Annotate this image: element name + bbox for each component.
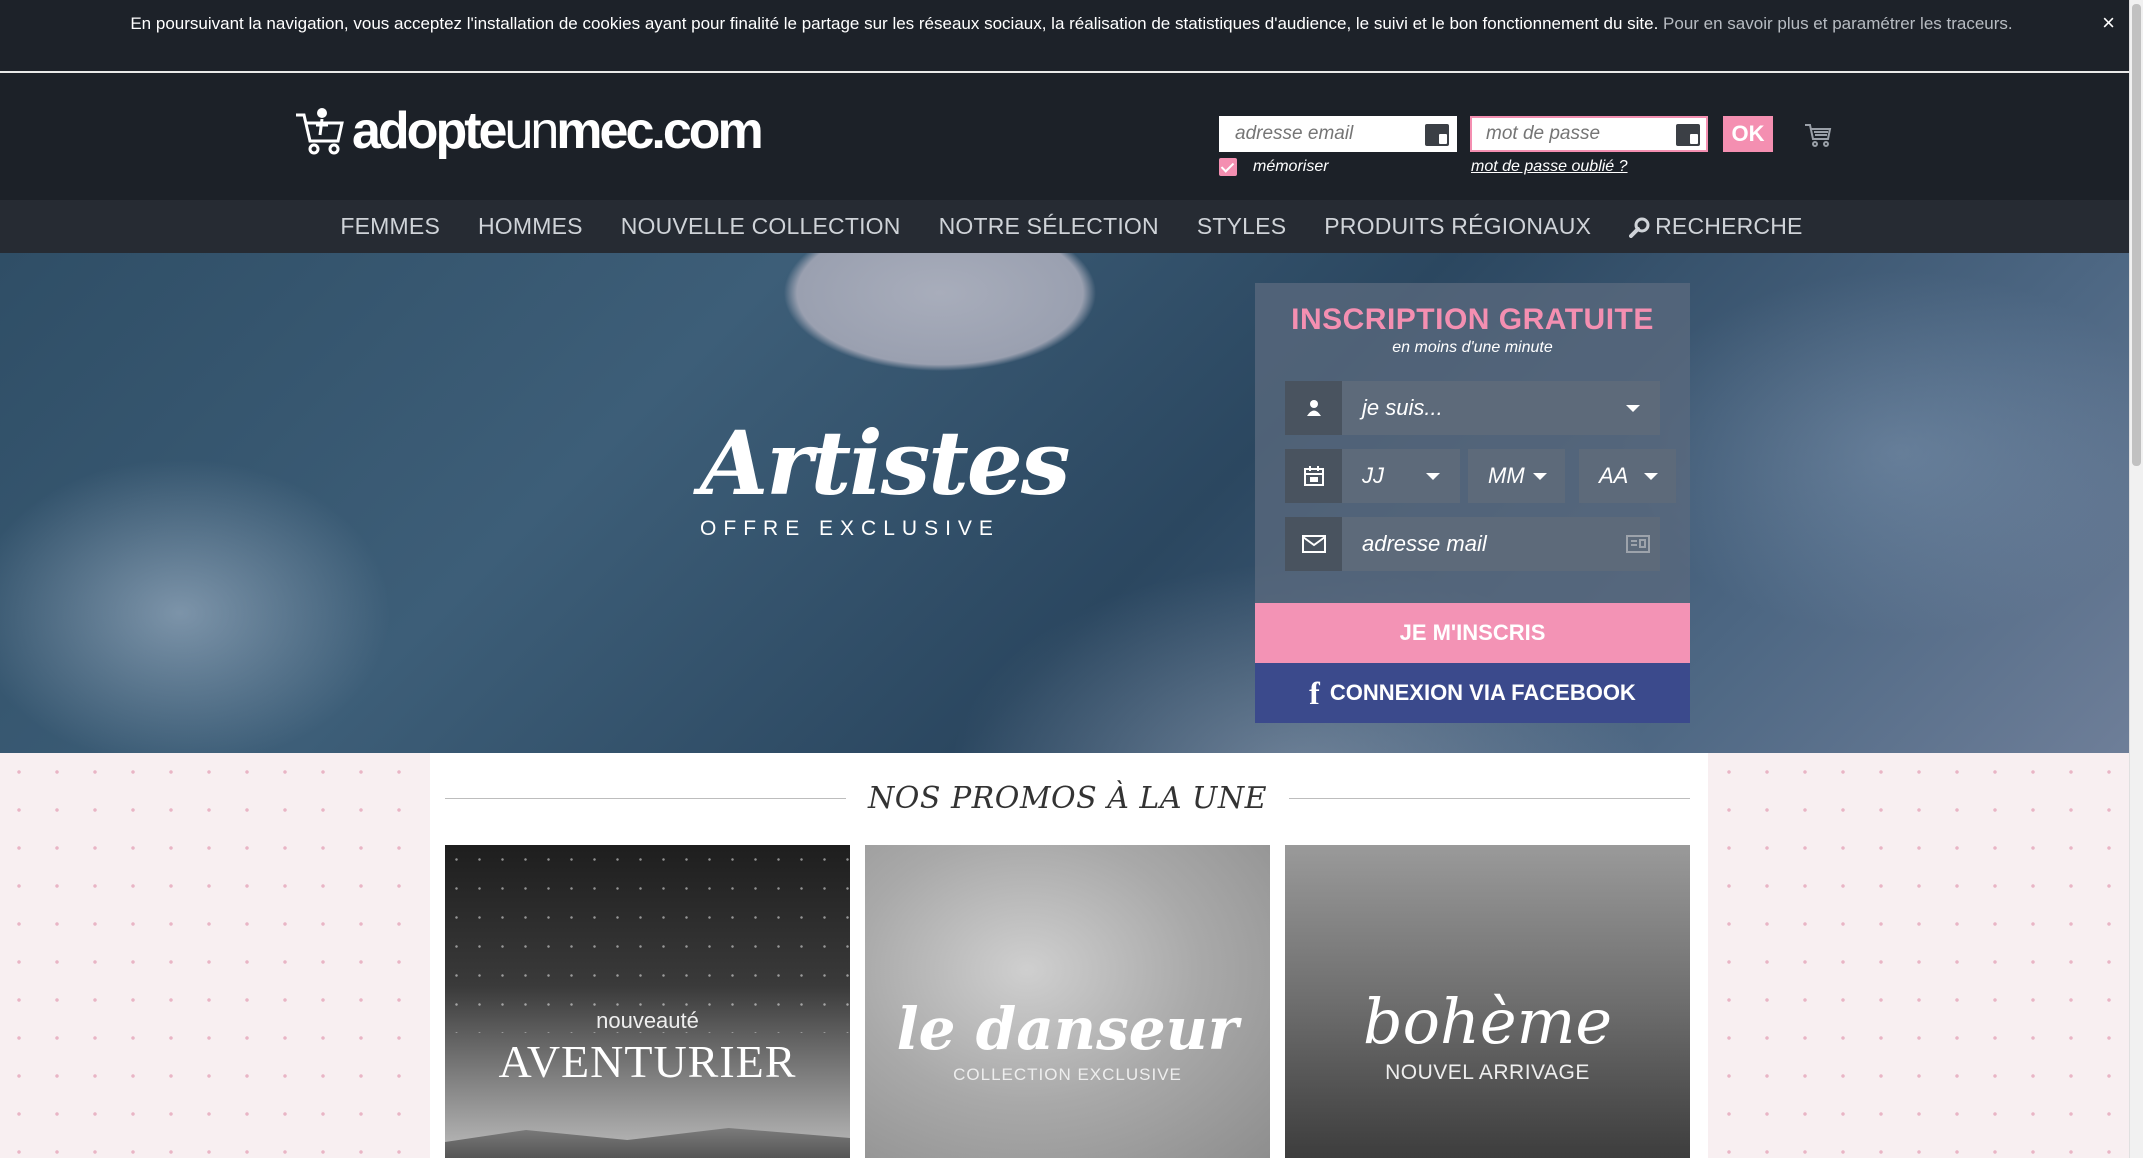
facebook-login-button[interactable]: f CONNEXION VIA FACEBOOK xyxy=(1255,663,1690,723)
promo-card-small-text: NOUVEL ARRIVAGE xyxy=(1385,1061,1590,1084)
login-email-input[interactable] xyxy=(1221,118,1455,150)
mountain-silhouette xyxy=(445,1128,850,1158)
cookie-text: En poursuivant la navigation, vous accep… xyxy=(130,14,1659,33)
promo-card-title: AVENTURIER xyxy=(498,1036,797,1087)
user-icon xyxy=(1285,381,1342,435)
cart-icon[interactable] xyxy=(1804,122,1832,153)
main-nav: FEMMES HOMMES NOUVELLE COLLECTION NOTRE … xyxy=(0,200,2143,253)
contact-card-icon xyxy=(1626,535,1650,553)
login-password-field[interactable] xyxy=(1470,116,1708,152)
hero-title-block: Artistes OFFRE EXCLUSIVE xyxy=(700,411,1070,541)
autofill-icon[interactable] xyxy=(1676,124,1700,146)
facebook-icon: f xyxy=(1309,674,1320,711)
remember-label: mémoriser xyxy=(1253,158,1329,175)
checkbox-checked-icon[interactable] xyxy=(1219,158,1237,176)
hero-subtitle: OFFRE EXCLUSIVE xyxy=(700,517,1000,540)
promo-card-small-text: COLLECTION EXCLUSIVE xyxy=(953,1065,1182,1084)
cookie-more-link[interactable]: Pour en savoir plus et paramétrer les tr… xyxy=(1663,14,2013,33)
registration-form: INSCRIPTION GRATUITE en moins d'une minu… xyxy=(1255,283,1690,723)
promo-card-boheme[interactable]: bohème NOUVEL ARRIVAGE xyxy=(1285,845,1690,1158)
birth-day-select[interactable]: JJ xyxy=(1285,449,1460,503)
registration-title: INSCRIPTION GRATUITE xyxy=(1291,303,1654,336)
promos-heading: NOS PROMOS À LA UNE xyxy=(445,780,1690,816)
nav-item-femmes[interactable]: FEMMES xyxy=(321,213,459,240)
birth-year-select[interactable]: AA xyxy=(1579,449,1676,503)
login-email-field[interactable] xyxy=(1219,116,1457,152)
registration-subtitle: en moins d'une minute xyxy=(1392,339,1553,356)
chevron-down-icon xyxy=(1626,404,1640,412)
chevron-down-icon xyxy=(1644,472,1658,480)
registration-email-placeholder: adresse mail xyxy=(1362,531,1487,556)
birth-month-value: MM xyxy=(1488,463,1525,488)
calendar-icon xyxy=(1285,449,1342,503)
nav-item-recherche[interactable]: RECHERCHE xyxy=(1610,213,1821,240)
promos-heading-text: NOS PROMOS À LA UNE xyxy=(868,780,1267,816)
scrollbar-thumb[interactable] xyxy=(2132,4,2141,466)
promo-card-title: bohème xyxy=(1362,985,1613,1058)
hero-banner[interactable]: Artistes OFFRE EXCLUSIVE xyxy=(0,253,2143,753)
scrollbar[interactable] xyxy=(2129,0,2143,1158)
promo-card-small-text: nouveauté xyxy=(596,1008,699,1033)
logo[interactable]: adopteunmec.com xyxy=(292,102,764,160)
starfield xyxy=(445,845,850,1033)
remember-checkbox[interactable]: mémoriser xyxy=(1219,158,1329,176)
site-header: adopteunmec.com OK mémoriser mot de pass… xyxy=(0,73,2143,200)
registration-email-field[interactable]: adresse mail xyxy=(1285,517,1660,571)
birth-month-select[interactable]: MM xyxy=(1468,449,1565,503)
promo-card-le-danseur[interactable]: le danseur COLLECTION EXCLUSIVE xyxy=(865,845,1270,1158)
divider xyxy=(1288,797,1690,799)
envelope-icon xyxy=(1285,517,1342,571)
nav-item-produits-regionaux[interactable]: PRODUITS RÉGIONAUX xyxy=(1305,213,1610,240)
cookie-banner: En poursuivant la navigation, vous accep… xyxy=(0,0,2143,73)
login-ok-button[interactable]: OK xyxy=(1723,116,1773,152)
birth-year-value: AA xyxy=(1599,463,1629,488)
birth-day-value: JJ xyxy=(1362,463,1384,488)
nav-item-styles[interactable]: STYLES xyxy=(1178,213,1305,240)
facebook-login-label: CONNEXION VIA FACEBOOK xyxy=(1329,680,1636,705)
hero-title: Artistes xyxy=(700,411,1070,515)
autofill-icon[interactable] xyxy=(1425,124,1449,146)
nav-recherche-label: RECHERCHE xyxy=(1655,213,1803,239)
nav-item-nouvelle-collection[interactable]: NOUVELLE COLLECTION xyxy=(602,213,920,240)
forgot-password-link[interactable]: mot de passe oublié ? xyxy=(1471,158,1628,176)
divider xyxy=(445,797,847,799)
close-icon[interactable]: × xyxy=(2102,12,2115,34)
gender-select-value: je suis... xyxy=(1362,395,1443,420)
shopping-cart-logo-icon xyxy=(296,108,344,155)
nav-item-hommes[interactable]: HOMMES xyxy=(459,213,602,240)
chevron-down-icon xyxy=(1426,472,1440,480)
chevron-down-icon xyxy=(1533,472,1547,480)
nav-item-notre-selection[interactable]: NOTRE SÉLECTION xyxy=(920,213,1178,240)
gender-select[interactable]: je suis... xyxy=(1285,381,1660,435)
logo-text: adopteunmec.com xyxy=(352,102,764,160)
promo-card-title: le danseur xyxy=(896,995,1239,1063)
search-icon xyxy=(1629,217,1650,238)
register-button[interactable]: JE M'INSCRIS xyxy=(1255,603,1690,663)
promo-card-aventurier[interactable]: nouveauté AVENTURIER xyxy=(445,845,850,1158)
login-password-input[interactable] xyxy=(1472,118,1706,150)
